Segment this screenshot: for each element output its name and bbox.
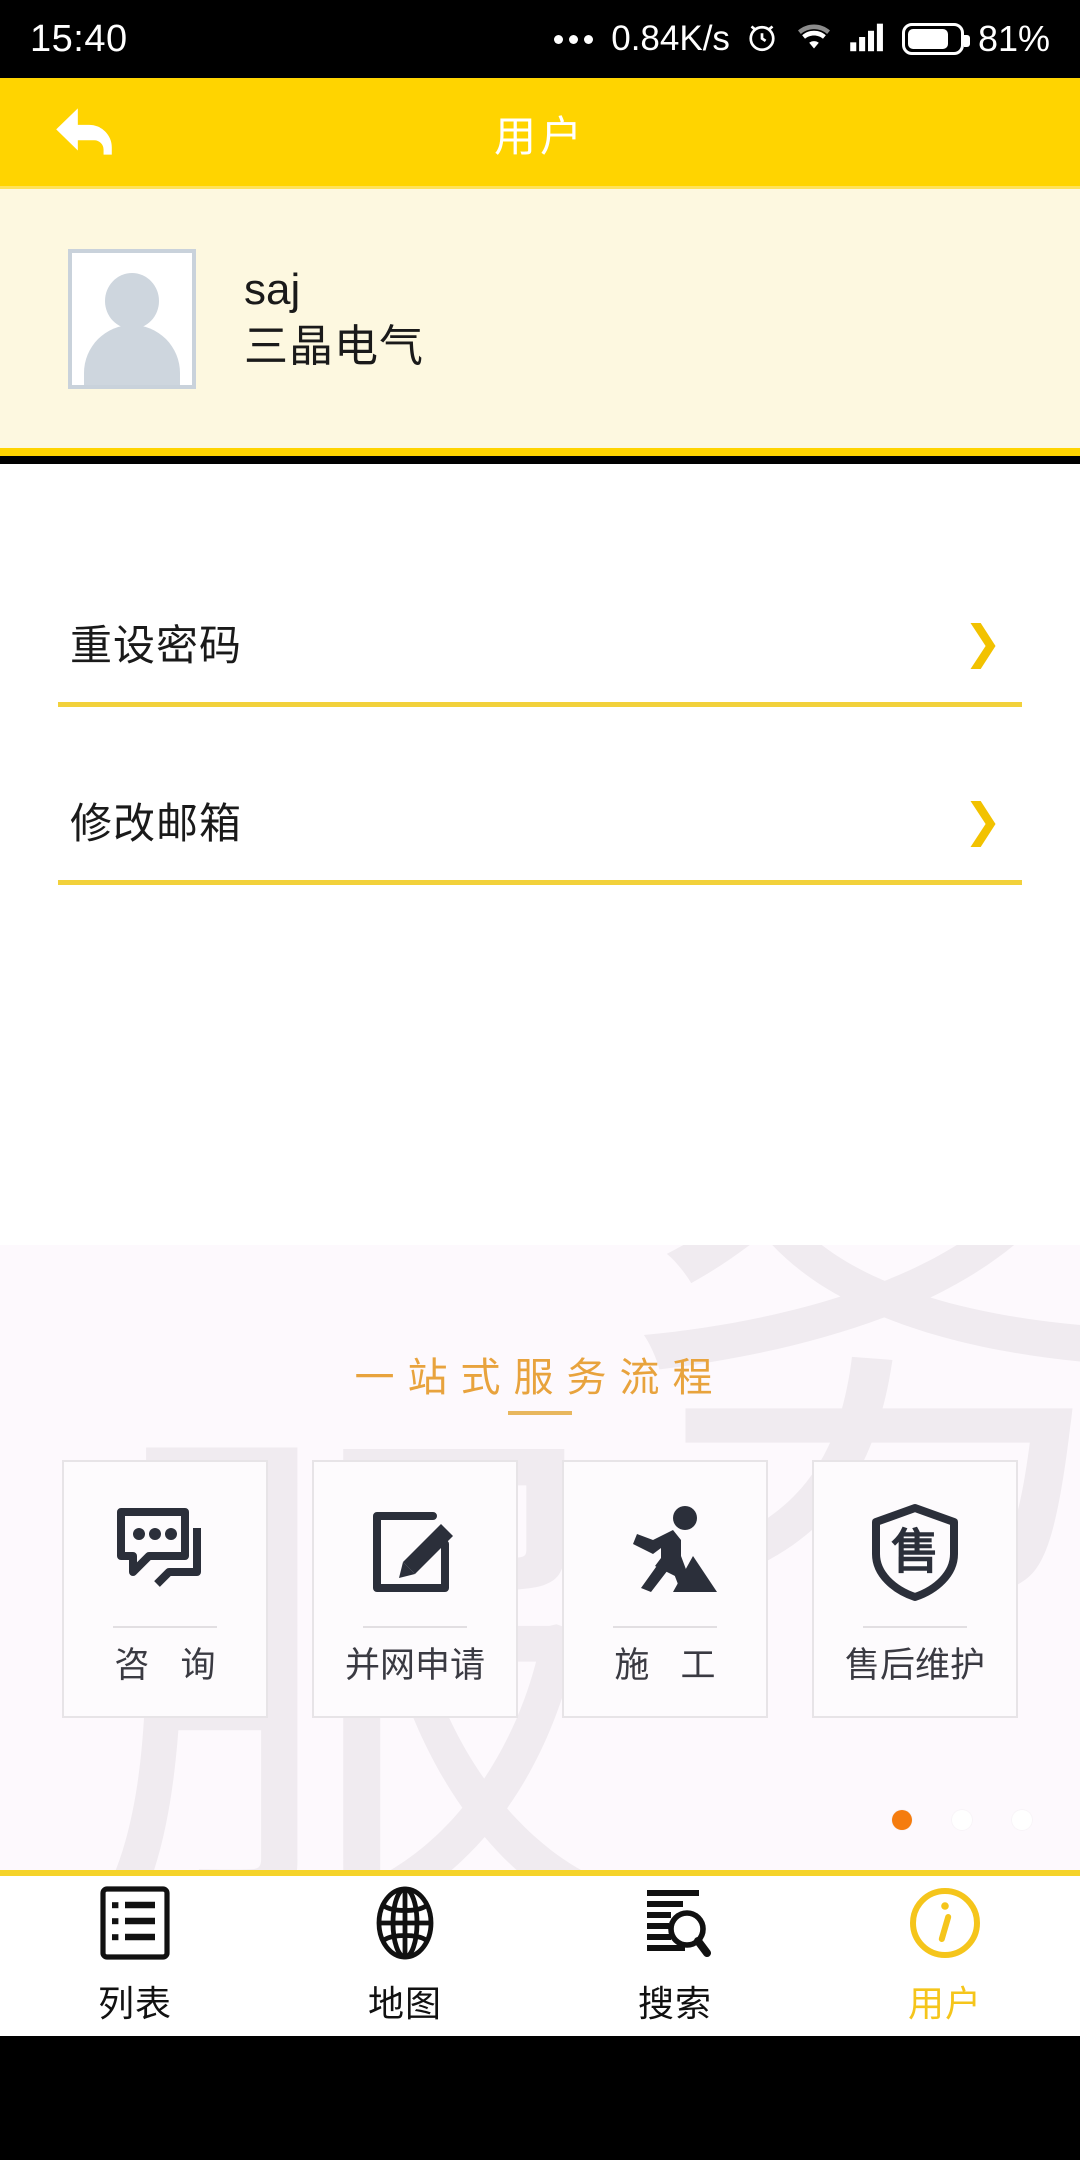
service-card-label: 售后维护 <box>844 1646 985 1686</box>
service-card-consult[interactable]: 咨 询 <box>62 1460 268 1718</box>
status-bar-time: 15:40 <box>30 17 128 60</box>
battery-icon <box>901 23 970 55</box>
profile-username: saj <box>244 265 301 315</box>
shield-character: 售 <box>891 1524 939 1580</box>
service-card-label: 咨 询 <box>114 1646 226 1686</box>
settings-row-label: 修改邮箱 <box>70 799 243 847</box>
phone-screen: 15:40 0.84K/s 81% 用户 saj 三晶电气 重设密码 ❯ 修改邮… <box>0 0 1080 2160</box>
document-search-icon <box>639 1885 711 1961</box>
profile-card[interactable]: saj 三晶电气 <box>0 189 1080 456</box>
more-dots-icon <box>554 34 594 44</box>
globe-icon <box>369 1885 441 1961</box>
nav-item-label: 用户 <box>907 1983 982 2024</box>
back-button[interactable] <box>46 102 122 164</box>
nav-item-label: 地图 <box>367 1983 442 2024</box>
carousel-pagination[interactable] <box>892 1810 1032 1830</box>
card-rule <box>363 1626 467 1628</box>
pagination-dot[interactable] <box>1012 1810 1032 1830</box>
wifi-icon <box>794 21 834 58</box>
card-rule <box>113 1626 217 1628</box>
profile-text: saj 三晶电气 <box>244 265 424 371</box>
system-navigation-area <box>0 2036 1080 2160</box>
bottom-navigation-bar: 列表 地图 搜索 用户 <box>0 1870 1080 2036</box>
nav-item-list[interactable]: 列表 <box>0 1885 270 2027</box>
back-arrow-icon <box>49 102 119 165</box>
service-card-label: 并网申请 <box>344 1646 485 1686</box>
service-card-grid-application[interactable]: 并网申请 <box>312 1460 518 1718</box>
nav-item-user[interactable]: 用户 <box>810 1885 1080 2027</box>
app-header: 用户 <box>0 78 1080 188</box>
nav-item-label: 搜索 <box>637 1983 712 2024</box>
service-card-label: 施 工 <box>614 1646 726 1686</box>
chevron-right-icon: ❯ <box>963 794 1002 846</box>
settings-row-label: 重设密码 <box>70 621 243 669</box>
info-circle-icon <box>907 1885 983 1961</box>
edit-square-icon <box>365 1496 465 1608</box>
status-bar-network-speed: 0.84K/s <box>611 19 730 58</box>
settings-row-divider <box>58 702 1022 707</box>
alarm-icon <box>744 19 780 60</box>
construction-worker-icon <box>613 1496 717 1608</box>
battery-percent-label: 81% <box>977 18 1050 59</box>
settings-row-reset-password[interactable]: 重设密码 ❯ <box>0 578 1080 706</box>
avatar-placeholder-icon <box>68 248 196 389</box>
status-bar: 15:40 0.84K/s 81% <box>0 0 1080 78</box>
nav-item-map[interactable]: 地图 <box>270 1885 540 2027</box>
shield-after-sales-icon: 售 <box>866 1496 964 1608</box>
card-rule <box>613 1626 717 1628</box>
settings-list: 重设密码 ❯ 修改邮箱 ❯ <box>0 464 1080 1245</box>
profile-company: 三晶电气 <box>244 321 424 371</box>
chevron-right-icon: ❯ <box>963 616 1002 668</box>
pagination-dot[interactable] <box>952 1810 972 1830</box>
page-title: 用户 <box>493 112 586 160</box>
service-process-section: 务 服 一站式服务流程 咨 询 <box>0 1245 1080 1870</box>
cellular-signal-icon <box>848 21 888 58</box>
pagination-dot-active[interactable] <box>892 1810 912 1830</box>
chat-bubbles-icon <box>113 1496 217 1608</box>
status-bar-indicators: 0.84K/s 81% <box>554 18 1050 60</box>
service-title-rule <box>508 1411 572 1415</box>
nav-item-search[interactable]: 搜索 <box>540 1885 810 2027</box>
settings-row-divider <box>58 880 1022 885</box>
service-card-after-sales[interactable]: 售 售后维护 <box>812 1460 1018 1718</box>
service-card-construction[interactable]: 施 工 <box>562 1460 768 1718</box>
list-icon <box>99 1885 171 1961</box>
nav-item-label: 列表 <box>97 1983 172 2024</box>
settings-row-change-email[interactable]: 修改邮箱 ❯ <box>0 756 1080 884</box>
service-card-list: 咨 询 并网申请 施 工 售 售后维护 <box>62 1460 1018 1718</box>
service-section-title: 一站式服务流程 <box>354 1355 726 1401</box>
card-rule <box>863 1626 967 1628</box>
